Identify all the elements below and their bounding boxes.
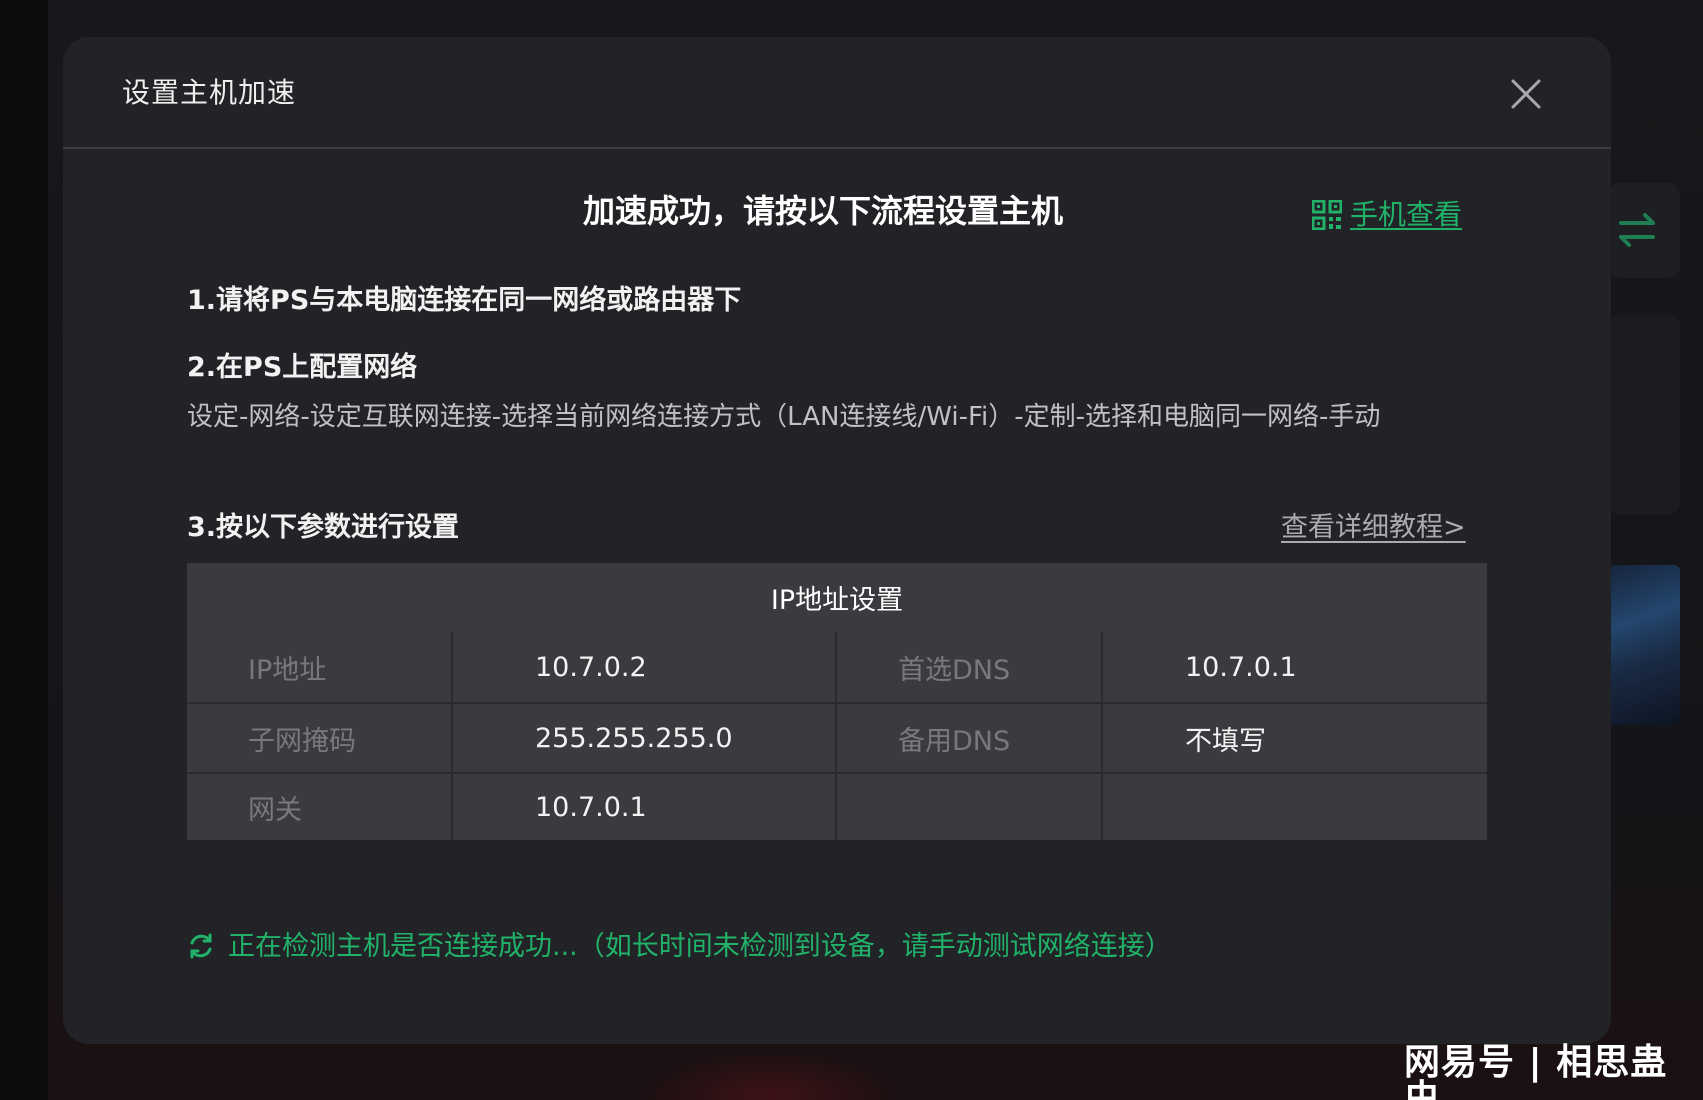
primary-dns-value: 10.7.0.1 [1185, 651, 1297, 683]
ip-address-label: IP地址 [248, 654, 327, 686]
gateway-value: 10.7.0.1 [535, 791, 647, 823]
subnet-mask-label: 子网掩码 [248, 725, 356, 757]
accelerate-host-dialog: 设置主机加速 加速成功，请按以下流程设置主机 手机查看 1.请将PS与本电脑连接… [63, 37, 1611, 1044]
connection-status: 正在检测主机是否连接成功...（如长时间未检测到设备，请手动测试网络连接） [187, 932, 1172, 960]
step-2-text: 2.在PS上配置网络 [187, 352, 418, 383]
ip-address-value: 10.7.0.2 [535, 651, 647, 683]
screen: 设置主机加速 加速成功，请按以下流程设置主机 手机查看 1.请将PS与本电脑连接… [0, 0, 1703, 1100]
subnet-mask-value: 255.255.255.0 [535, 722, 733, 754]
secondary-dns-value: 不填写 [1185, 725, 1266, 757]
swap-arrows-icon [1619, 213, 1655, 247]
background-sidebar [0, 0, 48, 1100]
background-glow [640, 1050, 900, 1100]
detailed-tutorial-link[interactable]: 查看详细教程> [1281, 514, 1466, 541]
ip-settings-table: IP地址设置 IP地址 10.7.0.2 首选DNS 10.7.0.1 子网掩码… [187, 563, 1487, 840]
source-watermark: 网易号 | 相思蛊虫 [1404, 1042, 1668, 1100]
connection-status-text: 正在检测主机是否连接成功...（如长时间未检测到设备，请手动测试网络连接） [228, 930, 1172, 962]
step-1-text: 1.请将PS与本电脑连接在同一网络或路由器下 [187, 285, 742, 316]
ip-table-header: IP地址设置 [770, 585, 904, 616]
primary-dns-label: 首选DNS [898, 654, 1011, 686]
background-panel [1608, 315, 1680, 515]
view-on-phone-label: 手机查看 [1350, 198, 1463, 231]
background-thumbnail [1608, 565, 1680, 725]
qr-code-icon [1312, 200, 1342, 230]
close-icon[interactable] [1509, 77, 1543, 111]
refresh-spinner-icon [190, 933, 212, 959]
secondary-dns-label: 备用DNS [898, 725, 1011, 757]
dialog-header: 设置主机加速 [63, 37, 1611, 149]
dialog-title: 设置主机加速 [122, 76, 297, 109]
gateway-label: 网关 [248, 794, 302, 826]
empty-label-cell [837, 774, 1101, 840]
view-on-phone-link[interactable]: 手机查看 [1312, 200, 1462, 230]
empty-value-cell [1103, 774, 1487, 840]
step-2-description: 设定-网络-设定互联网连接-选择当前网络连接方式（LAN连接线/Wi-Fi）-定… [187, 402, 1381, 432]
step-3-text: 3.按以下参数进行设置 [187, 512, 460, 543]
